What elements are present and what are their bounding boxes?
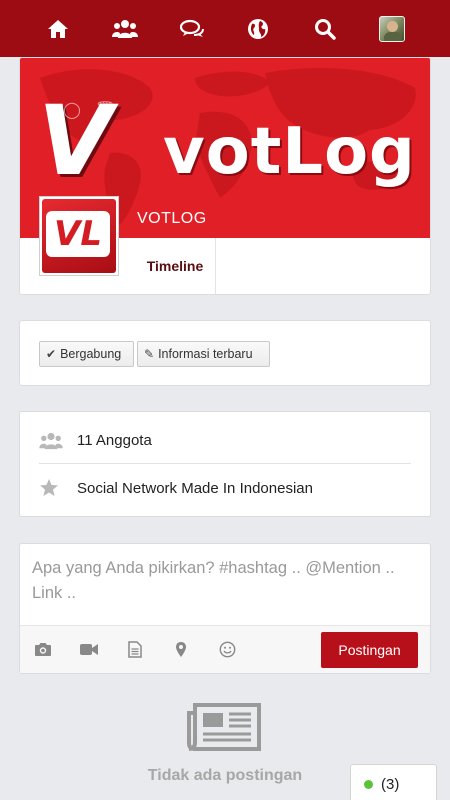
check-icon: ✔ (46, 347, 57, 361)
search-icon[interactable] (305, 9, 345, 49)
online-status-dot (364, 779, 373, 789)
profile-tabs: Timeline (20, 238, 430, 294)
camera-icon[interactable]: ◯ (63, 100, 81, 120)
video-icon[interactable] (78, 638, 100, 660)
newspaper-icon (187, 703, 261, 751)
online-count: (3) (381, 775, 400, 793)
pencil-icon: ✎ (144, 347, 155, 361)
composer-toolbar: Postingan (20, 625, 430, 673)
location-icon[interactable] (170, 638, 192, 660)
camera-icon[interactable] (32, 638, 54, 660)
post-composer: Apa yang Anda pikirkan? #hashtag .. @Men… (19, 543, 431, 674)
tab-timeline[interactable]: Timeline (135, 238, 216, 294)
latest-info-button[interactable]: ✎ Informasi terbaru (137, 341, 270, 367)
file-icon[interactable] (124, 638, 146, 660)
post-input[interactable]: Apa yang Anda pikirkan? #hashtag .. @Men… (32, 556, 420, 616)
home-icon[interactable] (38, 9, 78, 49)
online-chat-button[interactable]: (3) (350, 764, 437, 800)
star-icon (39, 478, 77, 498)
avatar (378, 15, 405, 42)
trash-icon[interactable]: 🗑 (95, 100, 115, 120)
messages-icon[interactable] (172, 9, 212, 49)
join-button[interactable]: ✔ Bergabung (39, 341, 134, 367)
members-row[interactable]: 11 Anggota (39, 418, 411, 464)
cover-logo-text: votLog (163, 115, 416, 189)
post-button[interactable]: Postingan (321, 632, 418, 668)
join-button-label: Bergabung (60, 347, 122, 361)
latest-info-button-label: Informasi terbaru (158, 347, 253, 361)
members-count: 11 Anggota (77, 432, 152, 449)
top-navbar (0, 0, 450, 57)
group-actions-card: ✔ Bergabung ✎ Informasi terbaru (19, 320, 431, 386)
emoji-icon[interactable] (216, 638, 238, 660)
group-info-card: 11 Anggota Social Network Made In Indone… (19, 411, 431, 517)
avatar-button[interactable] (372, 9, 412, 49)
members-icon (39, 432, 77, 450)
group-header-card: V votLog ◯ 🗑 VOTLOG VL Timeline (19, 57, 431, 295)
globe-icon[interactable] (238, 9, 278, 49)
group-description: Social Network Made In Indonesian (77, 479, 313, 497)
description-row: Social Network Made In Indonesian (39, 465, 411, 511)
groups-icon[interactable] (105, 9, 145, 49)
page-title: VOTLOG (137, 210, 207, 227)
